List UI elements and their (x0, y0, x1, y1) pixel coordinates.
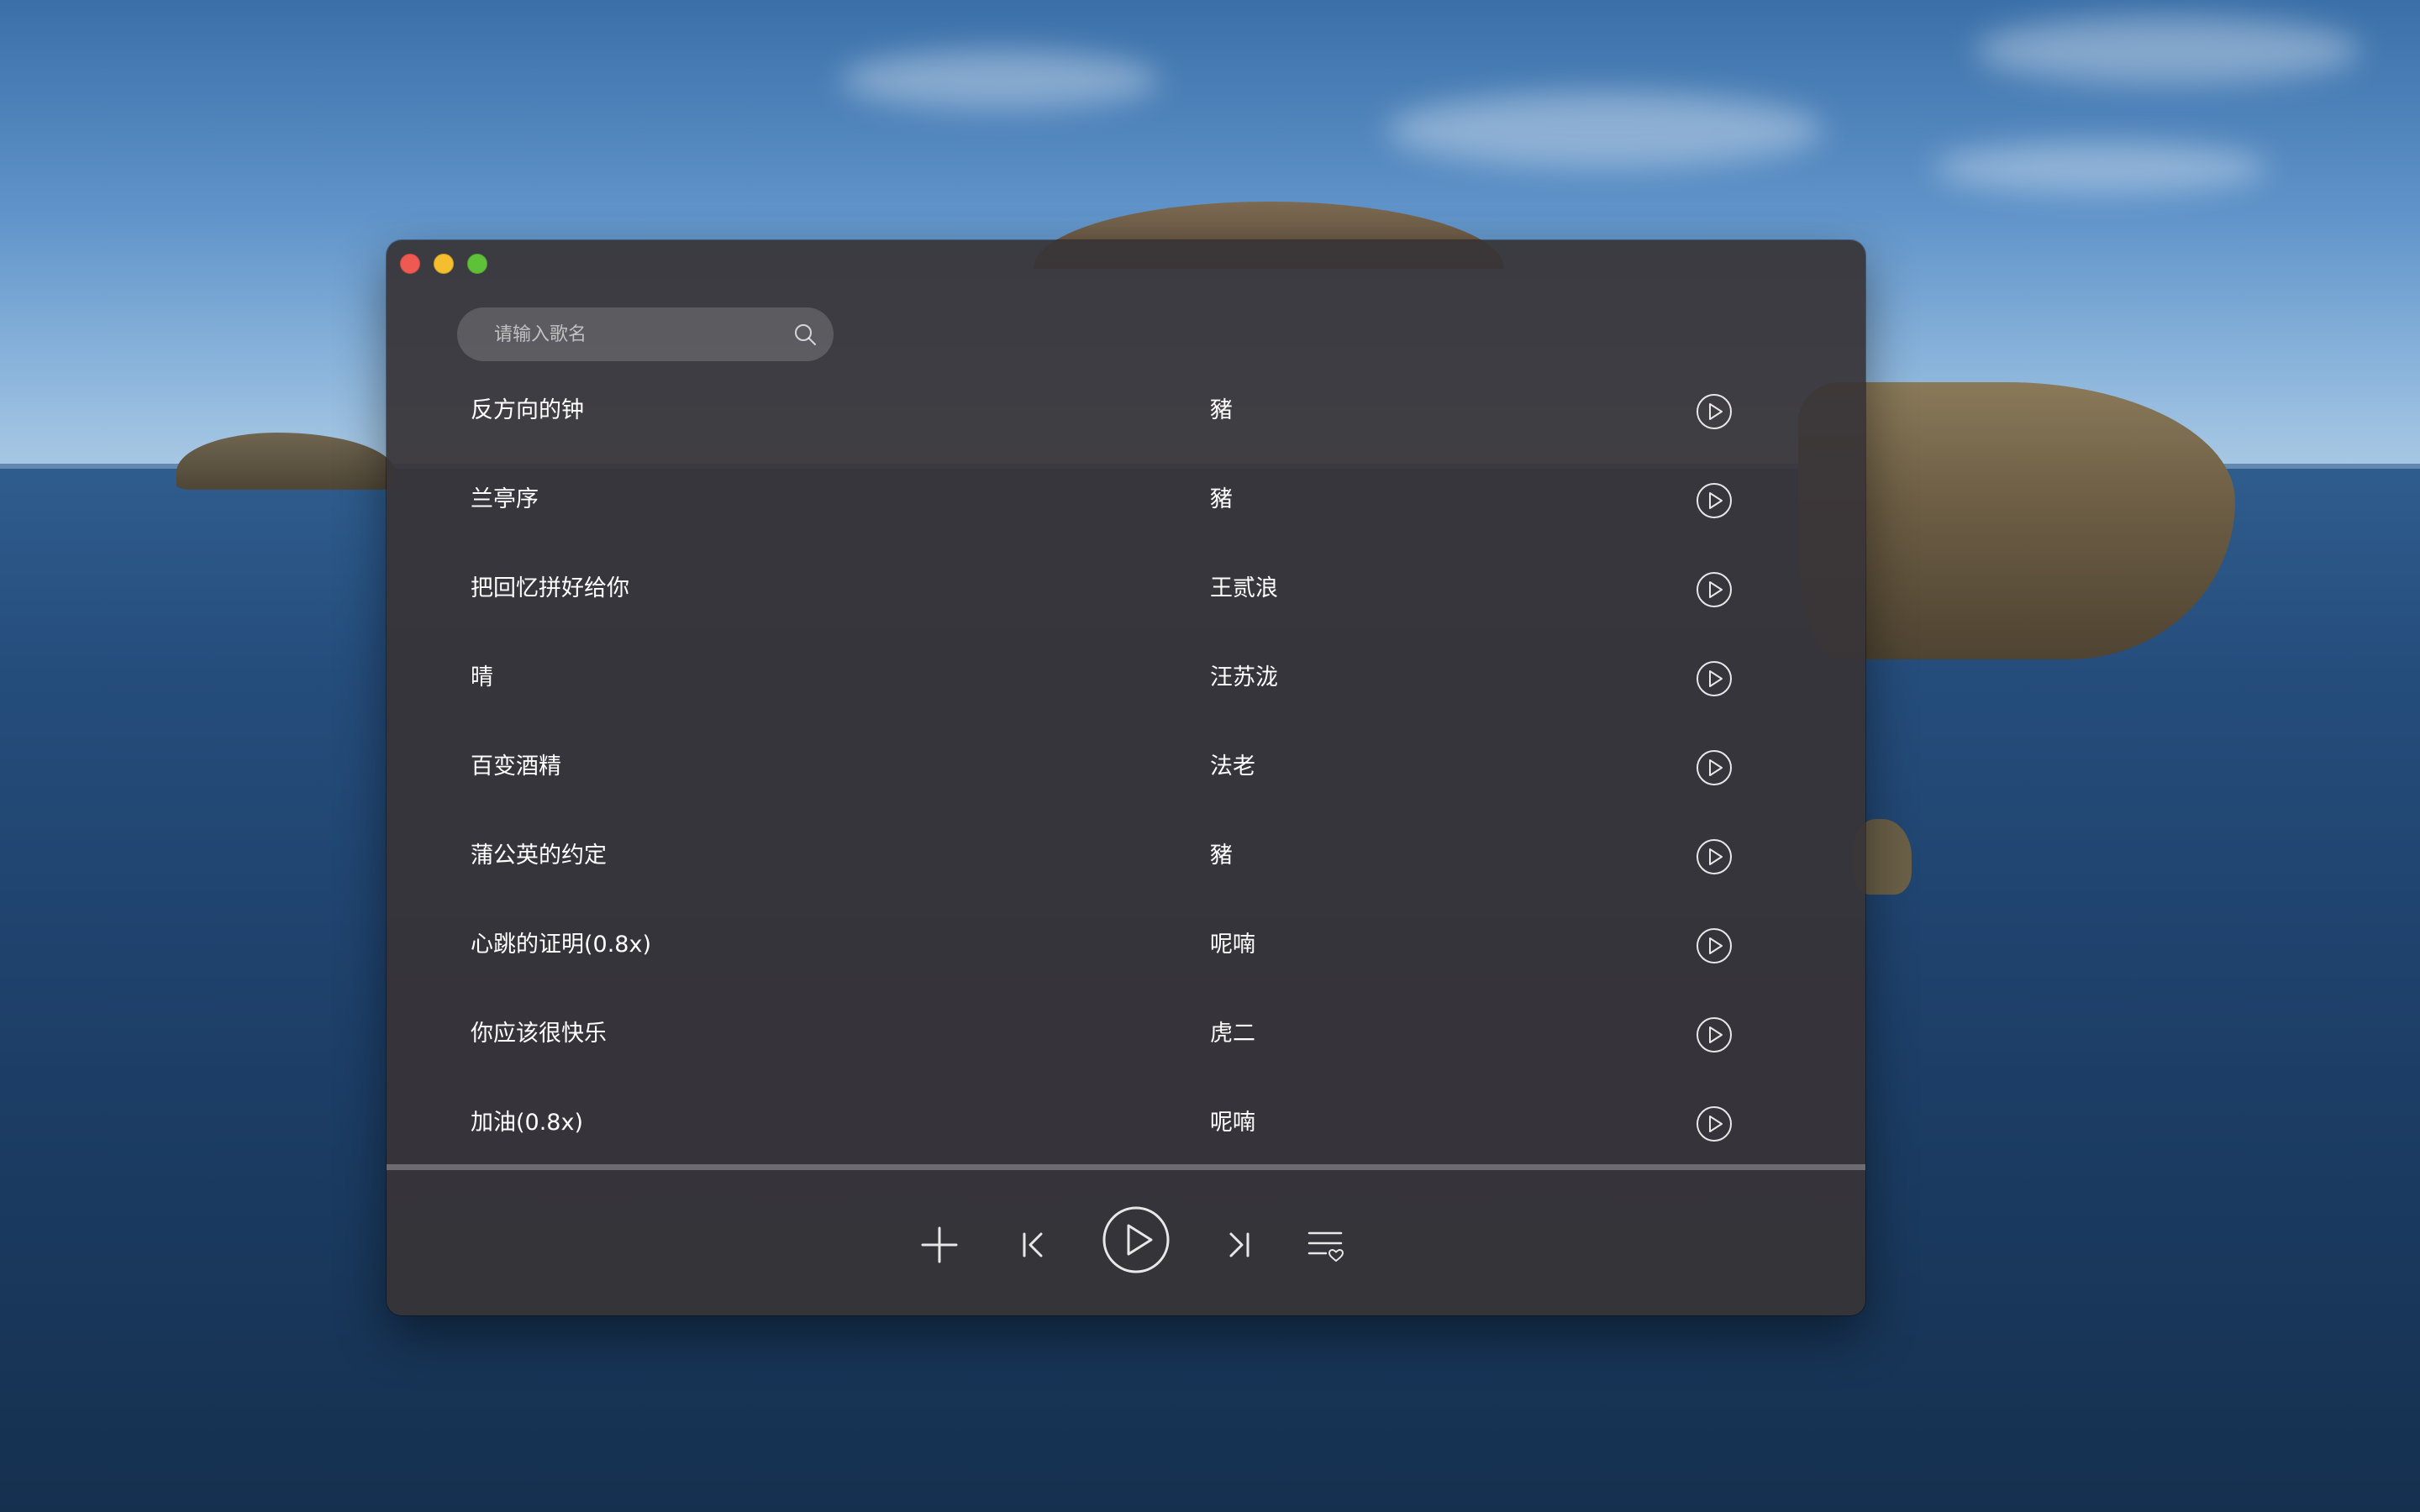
song-title: 晴 (471, 664, 493, 690)
player-controls (387, 1181, 1865, 1315)
wallpaper-cloud (840, 50, 1160, 109)
song-list: 反方向的钟 豬 兰亭序 豬 把回忆拼好给你 王贰浪 晴 汪苏泷 百变酒精 法老 … (387, 366, 1865, 1315)
wallpaper-cloud (1933, 143, 2269, 193)
song-title: 心跳的证明(0.8x) (471, 932, 651, 958)
song-row[interactable]: 百变酒精 法老 (387, 722, 1865, 811)
song-artist: 豬 (1210, 397, 1233, 423)
song-artist: 汪苏泷 (1210, 664, 1278, 690)
play-circle-icon[interactable] (1696, 393, 1733, 430)
minimize-window-button[interactable] (434, 254, 454, 274)
song-row[interactable]: 兰亭序 豬 (387, 455, 1865, 544)
song-row[interactable]: 心跳的证明(0.8x) 呢喃 (387, 900, 1865, 990)
search-icon[interactable] (792, 321, 818, 348)
song-title: 蒲公英的约定 (471, 843, 607, 869)
song-artist: 法老 (1210, 753, 1255, 780)
music-player-window: 反方向的钟 豬 兰亭序 豬 把回忆拼好给你 王贰浪 晴 汪苏泷 (387, 240, 1865, 1315)
maximize-window-button[interactable] (467, 254, 487, 274)
play-circle-icon[interactable] (1696, 571, 1733, 608)
song-title: 百变酒精 (471, 753, 561, 780)
song-artist: 呢喃 (1210, 1110, 1255, 1136)
play-circle-icon[interactable] (1696, 927, 1733, 964)
close-window-button[interactable] (400, 254, 420, 274)
search-bar (457, 307, 834, 361)
song-row[interactable]: 加油(0.8x) 呢喃 (387, 1079, 1865, 1168)
progress-bar[interactable] (387, 1164, 1865, 1170)
song-title: 你应该很快乐 (471, 1021, 607, 1047)
wallpaper-cloud (1386, 92, 1823, 168)
play-circle-icon[interactable] (1696, 482, 1733, 519)
song-artist: 呢喃 (1210, 932, 1255, 958)
plus-icon[interactable] (918, 1223, 961, 1267)
song-row[interactable]: 反方向的钟 豬 (387, 366, 1865, 455)
play-circle-icon[interactable] (1696, 1105, 1733, 1142)
song-row[interactable]: 把回忆拼好给你 王贰浪 (387, 544, 1865, 633)
song-title: 加油(0.8x) (471, 1110, 583, 1136)
song-artist: 豬 (1210, 486, 1233, 512)
skip-next-icon[interactable] (1218, 1225, 1259, 1265)
song-title: 反方向的钟 (471, 397, 584, 423)
song-title: 把回忆拼好给你 (471, 575, 629, 601)
play-circle-icon[interactable] (1696, 1016, 1733, 1053)
play-circle-icon[interactable] (1696, 660, 1733, 697)
song-row[interactable]: 蒲公英的约定 豬 (387, 811, 1865, 900)
song-row[interactable]: 你应该很快乐 虎二 (387, 990, 1865, 1079)
play-circle-icon[interactable] (1101, 1205, 1171, 1275)
play-circle-icon[interactable] (1696, 838, 1733, 875)
search-input[interactable] (494, 307, 780, 361)
song-artist: 王贰浪 (1210, 575, 1278, 601)
window-controls (400, 254, 487, 274)
wallpaper-cloud (1975, 17, 2361, 84)
song-artist: 虎二 (1210, 1021, 1255, 1047)
song-row[interactable]: 晴 汪苏泷 (387, 633, 1865, 722)
playlist-heart-icon[interactable] (1304, 1223, 1348, 1267)
song-title: 兰亭序 (471, 486, 539, 512)
play-circle-icon[interactable] (1696, 749, 1733, 786)
skip-previous-icon[interactable] (1013, 1225, 1054, 1265)
song-artist: 豬 (1210, 843, 1233, 869)
